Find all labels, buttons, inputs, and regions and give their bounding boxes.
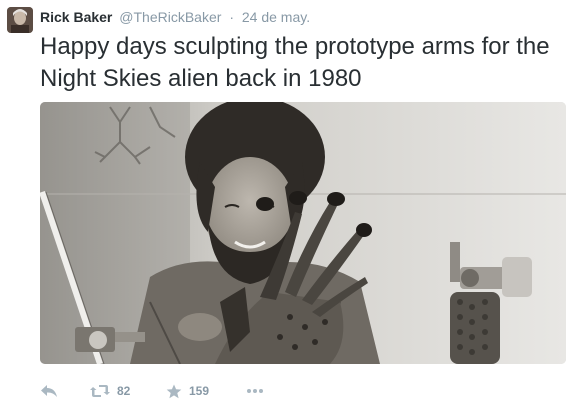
header-separator: · xyxy=(229,9,234,25)
tweet-card: Rick Baker @TheRickBaker · 24 de may. Ha… xyxy=(0,0,580,410)
tweet-text: Happy days sculpting the prototype arms … xyxy=(40,33,550,92)
reply-button[interactable] xyxy=(40,380,58,402)
reply-icon xyxy=(40,384,58,398)
tweet-timestamp[interactable]: 24 de may. xyxy=(242,9,310,25)
tweet-header: Rick Baker @TheRickBaker · 24 de may. xyxy=(40,8,310,26)
retweet-count: 82 xyxy=(117,384,131,398)
favorite-button[interactable]: 159 xyxy=(166,380,209,402)
avatar[interactable] xyxy=(7,7,33,33)
favorite-count: 159 xyxy=(189,384,210,398)
favorite-star-icon xyxy=(166,384,182,399)
more-dots-icon xyxy=(246,388,264,394)
retweet-button[interactable]: 82 xyxy=(90,380,130,402)
user-fullname[interactable]: Rick Baker xyxy=(40,9,112,25)
user-handle[interactable]: @TheRickBaker xyxy=(119,9,221,25)
more-button[interactable] xyxy=(246,380,264,402)
retweet-icon xyxy=(90,384,110,398)
tweet-photo[interactable] xyxy=(40,102,566,364)
